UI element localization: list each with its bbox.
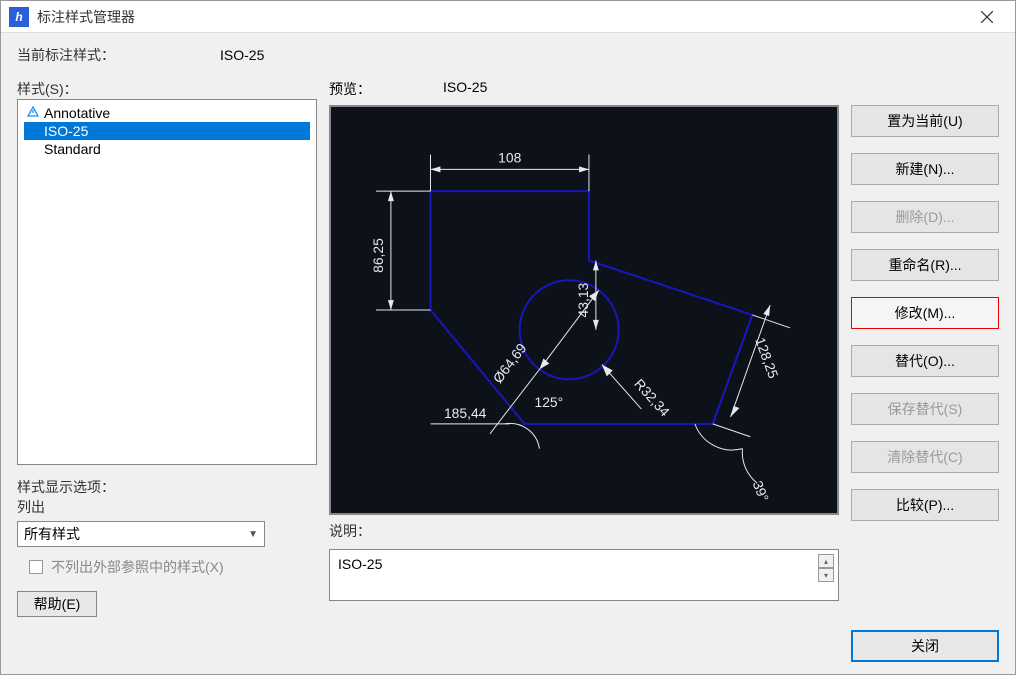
style-item-label: Annotative [44, 105, 110, 121]
middle-column: 预览： ISO-25 108 [329, 79, 839, 662]
preview-label: 预览： [329, 79, 371, 99]
style-item-label: Standard [44, 141, 101, 157]
dim-radius: R32,34 [631, 376, 673, 420]
combo-value: 所有样式 [24, 524, 80, 544]
close-icon[interactable] [967, 3, 1007, 31]
rename-button[interactable]: 重命名(R)... [851, 249, 999, 281]
current-style-row: 当前标注样式： ISO-25 [17, 45, 999, 65]
dim-top: 108 [498, 149, 521, 165]
description-label: 说明： [329, 521, 839, 541]
current-style-value: ISO-25 [220, 47, 264, 63]
override-button[interactable]: 替代(O)... [851, 345, 999, 377]
dim-left: 86,25 [370, 238, 386, 273]
style-item-standard[interactable]: Standard [24, 140, 310, 158]
main-area: 样式(S)： Annotative ISO-25 Standard [17, 79, 999, 662]
close-button[interactable]: 关闭 [851, 630, 999, 662]
dialog-window: h 标注样式管理器 当前标注样式： ISO-25 样式(S)： Annotati… [0, 0, 1016, 675]
dim-angle-left: 125° [534, 394, 563, 410]
display-options-label: 样式显示选项： [17, 477, 317, 497]
dim-bottom: 185,44 [444, 405, 487, 421]
chevron-down-icon: ▼ [248, 529, 258, 540]
bottom-row: 关闭 [851, 630, 999, 662]
annotative-icon [26, 106, 40, 120]
style-item-label: ISO-25 [44, 123, 88, 139]
description-value: ISO-25 [338, 556, 382, 572]
description-box: ISO-25 ▴ ▾ [329, 549, 839, 601]
dim-angle-right: 39° [750, 478, 773, 503]
filter-combo[interactable]: 所有样式 ▼ [17, 521, 265, 547]
dim-diameter: Ø64,69 [489, 340, 529, 386]
window-title: 标注样式管理器 [37, 7, 967, 27]
dim-right: 128,25 [752, 335, 782, 381]
current-style-label: 当前标注样式： [17, 45, 115, 65]
spin-down-icon[interactable]: ▾ [818, 568, 834, 582]
list-label: 列出 [17, 497, 317, 517]
preview-canvas: 108 86,25 43,13 [329, 105, 839, 515]
set-current-button[interactable]: 置为当前(U) [851, 105, 999, 137]
titlebar: h 标注样式管理器 [1, 1, 1015, 33]
styles-listbox[interactable]: Annotative ISO-25 Standard [17, 99, 317, 465]
spin-up-icon[interactable]: ▴ [818, 554, 834, 568]
style-item-annotative[interactable]: Annotative [24, 104, 310, 122]
left-column: 样式(S)： Annotative ISO-25 Standard [17, 79, 317, 662]
app-icon: h [9, 7, 29, 27]
exclude-xref-label: 不列出外部参照中的样式(X) [51, 557, 224, 577]
right-column: 置为当前(U) 新建(N)... 删除(D)... 重命名(R)... 修改(M… [851, 79, 999, 662]
preview-label-row: 预览： ISO-25 [329, 79, 839, 99]
modify-button[interactable]: 修改(M)... [851, 297, 999, 329]
description-spinner: ▴ ▾ [818, 554, 834, 582]
delete-button[interactable]: 删除(D)... [851, 201, 999, 233]
exclude-xref-checkbox[interactable] [29, 560, 43, 574]
clear-override-button[interactable]: 清除替代(C) [851, 441, 999, 473]
new-button[interactable]: 新建(N)... [851, 153, 999, 185]
preview-value: ISO-25 [443, 79, 487, 99]
dimension-preview-svg: 108 86,25 43,13 [331, 107, 837, 513]
compare-button[interactable]: 比较(P)... [851, 489, 999, 521]
styles-label: 样式(S)： [17, 79, 317, 99]
display-options: 样式显示选项： 列出 所有样式 ▼ 不列出外部参照中的样式(X) [17, 477, 317, 577]
style-item-iso25[interactable]: ISO-25 [24, 122, 310, 140]
exclude-xref-row: 不列出外部参照中的样式(X) [17, 557, 317, 577]
save-override-button[interactable]: 保存替代(S) [851, 393, 999, 425]
dialog-content: 当前标注样式： ISO-25 样式(S)： Annotative ISO-25 [1, 33, 1015, 674]
help-button[interactable]: 帮助(E) [17, 591, 97, 617]
